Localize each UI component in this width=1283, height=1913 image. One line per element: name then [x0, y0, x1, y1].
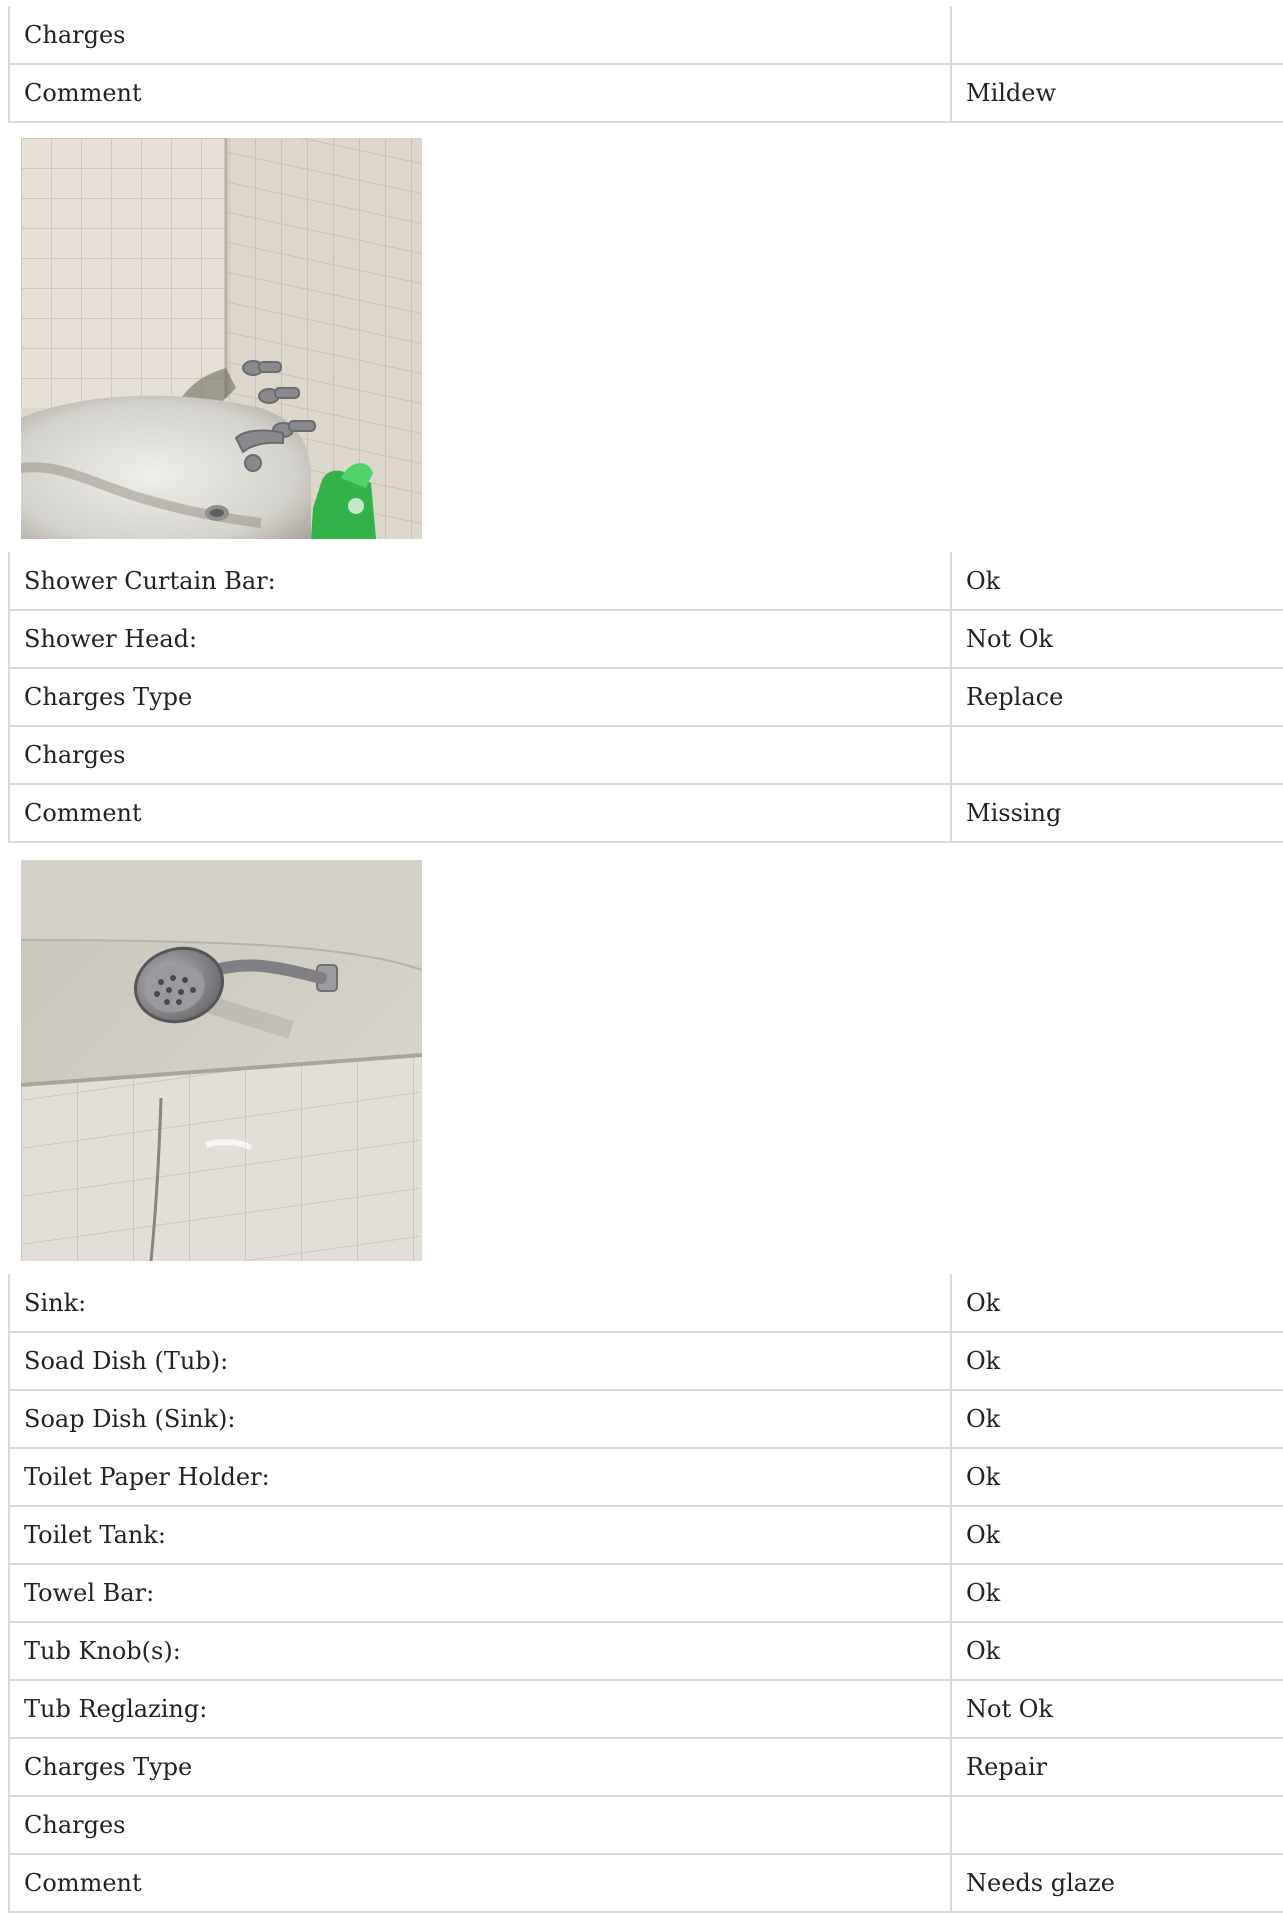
- table-row: Shower Head: Not Ok: [8, 610, 1283, 669]
- row-label: Towel Bar:: [8, 1564, 951, 1623]
- row-label: Toilet Paper Holder:: [8, 1448, 951, 1507]
- row-label: Comment: [8, 64, 951, 123]
- row-label: Comment: [8, 784, 951, 843]
- row-label: Soad Dish (Tub):: [8, 1332, 951, 1391]
- table-row: Charges: [8, 6, 1283, 65]
- row-value: [950, 1796, 1283, 1855]
- row-value: Ok: [950, 1390, 1283, 1449]
- inspection-table-top: Charges Comment Mildew: [8, 6, 1283, 123]
- row-value: Repair: [950, 1738, 1283, 1797]
- table-row: Comment Mildew: [8, 64, 1283, 123]
- table-row: Tub Reglazing: Not Ok: [8, 1680, 1283, 1739]
- table-row: Tub Knob(s): Ok: [8, 1622, 1283, 1681]
- row-value: Ok: [950, 1506, 1283, 1565]
- table-row: Comment Needs glaze: [8, 1854, 1283, 1913]
- row-label: Charges Type: [8, 1738, 951, 1797]
- row-label: Tub Knob(s):: [8, 1622, 951, 1681]
- row-value: Not Ok: [950, 610, 1283, 669]
- row-label: Shower Head:: [8, 610, 951, 669]
- inspection-table-fixtures: Sink: Ok Soad Dish (Tub): Ok Soap Dish (…: [8, 1274, 1283, 1913]
- row-value: Mildew: [950, 64, 1283, 123]
- table-row: Charges Type Repair: [8, 1738, 1283, 1797]
- row-label: Tub Reglazing:: [8, 1680, 951, 1739]
- row-value: [950, 726, 1283, 785]
- row-value: Ok: [950, 1332, 1283, 1391]
- row-label: Charges Type: [8, 668, 951, 727]
- row-value: Ok: [950, 1622, 1283, 1681]
- table-row: Towel Bar: Ok: [8, 1564, 1283, 1623]
- bathtub-mildew-photo: [21, 138, 422, 539]
- row-label: Soap Dish (Sink):: [8, 1390, 951, 1449]
- table-row: Shower Curtain Bar: Ok: [8, 552, 1283, 611]
- table-row: Toilet Paper Holder: Ok: [8, 1448, 1283, 1507]
- row-label: Toilet Tank:: [8, 1506, 951, 1565]
- row-value: Ok: [950, 1564, 1283, 1623]
- table-row: Charges: [8, 726, 1283, 785]
- row-value: Ok: [950, 552, 1283, 611]
- row-label: Shower Curtain Bar:: [8, 552, 951, 611]
- table-row: Soad Dish (Tub): Ok: [8, 1332, 1283, 1391]
- row-label: Charges: [8, 1796, 951, 1855]
- row-value: Needs glaze: [950, 1854, 1283, 1913]
- table-row: Charges: [8, 1796, 1283, 1855]
- row-value: Ok: [950, 1448, 1283, 1507]
- table-row: Charges Type Replace: [8, 668, 1283, 727]
- row-value: Replace: [950, 668, 1283, 727]
- row-label: Sink:: [8, 1274, 951, 1333]
- row-value: [950, 6, 1283, 65]
- row-label: Comment: [8, 1854, 951, 1913]
- row-value: Not Ok: [950, 1680, 1283, 1739]
- row-label: Charges: [8, 6, 951, 65]
- row-label: Charges: [8, 726, 951, 785]
- row-value: Ok: [950, 1274, 1283, 1333]
- shower-head-photo: [21, 860, 422, 1261]
- inspection-table-shower: Shower Curtain Bar: Ok Shower Head: Not …: [8, 552, 1283, 843]
- table-row: Comment Missing: [8, 784, 1283, 843]
- table-row: Toilet Tank: Ok: [8, 1506, 1283, 1565]
- table-row: Soap Dish (Sink): Ok: [8, 1390, 1283, 1449]
- row-value: Missing: [950, 784, 1283, 843]
- table-row: Sink: Ok: [8, 1274, 1283, 1333]
